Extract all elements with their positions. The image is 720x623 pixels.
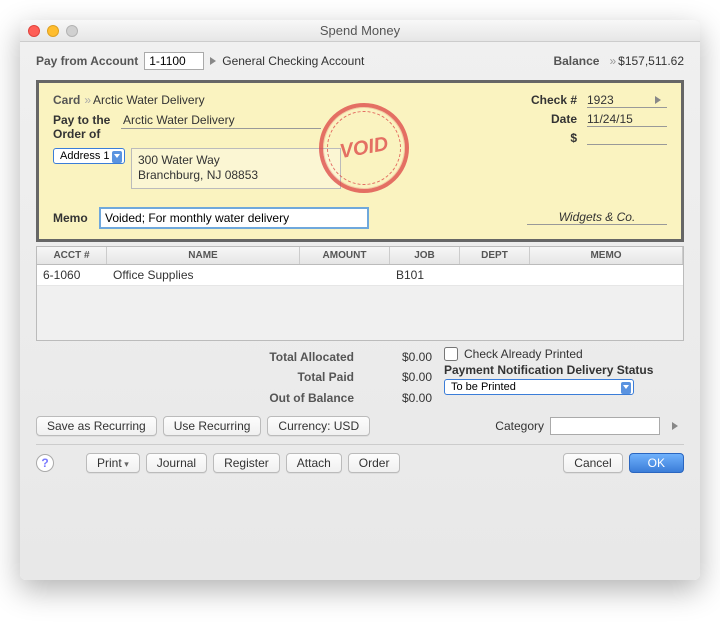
out-of-balance-value: $0.00: [354, 388, 432, 408]
cancel-button[interactable]: Cancel: [563, 453, 622, 473]
attach-button[interactable]: Attach: [286, 453, 342, 473]
journal-button[interactable]: Journal: [146, 453, 207, 473]
allocation-grid: ACCT # NAME AMOUNT JOB DEPT MEMO 6-1060 …: [36, 246, 684, 341]
out-of-balance-label: Out of Balance: [154, 388, 354, 408]
balance-value: $157,511.62: [618, 54, 684, 68]
pay-from-account-field[interactable]: [144, 52, 204, 70]
pay-to-value[interactable]: Arctic Water Delivery: [121, 113, 321, 129]
total-allocated-label: Total Allocated: [154, 347, 354, 367]
total-paid-value: $0.00: [354, 367, 432, 387]
col-memo[interactable]: MEMO: [530, 247, 683, 264]
spend-money-window: Spend Money Pay from Account General Che…: [20, 20, 700, 580]
company-name: Widgets & Co.: [527, 210, 667, 225]
memo-label: Memo: [53, 211, 93, 225]
date-value[interactable]: 11/24/15: [587, 112, 667, 127]
col-job[interactable]: JOB: [390, 247, 460, 264]
ok-button[interactable]: OK: [629, 453, 684, 473]
address-line-1: 300 Water Way: [138, 153, 334, 169]
total-allocated-value: $0.00: [354, 347, 432, 367]
save-recurring-button[interactable]: Save as Recurring: [36, 416, 157, 436]
date-label: Date: [517, 112, 577, 127]
chevron-right-icon: »: [84, 93, 89, 107]
col-dept[interactable]: DEPT: [460, 247, 530, 264]
check-panel: Card » Arctic Water Delivery Check # 1923…: [36, 80, 684, 242]
check-num-value[interactable]: 1923: [587, 93, 667, 108]
top-bar: Pay from Account General Checking Accoun…: [36, 52, 684, 70]
check-num-label: Check #: [517, 93, 577, 108]
grid-empty[interactable]: [37, 286, 683, 340]
delivery-status-select[interactable]: To be Printed: [444, 379, 634, 395]
pay-from-label: Pay from Account: [36, 54, 138, 68]
category-lookup-icon[interactable]: [672, 422, 678, 430]
table-row[interactable]: 6-1060 Office Supplies B101: [37, 265, 683, 286]
window-title: Spend Money: [20, 23, 700, 38]
register-button[interactable]: Register: [213, 453, 280, 473]
card-value: Arctic Water Delivery: [93, 93, 545, 107]
address-line-2: Branchburg, NJ 08853: [138, 168, 334, 184]
pay-to-label: Pay to theOrder of: [53, 113, 117, 142]
order-button[interactable]: Order: [348, 453, 401, 473]
col-name[interactable]: NAME: [107, 247, 300, 264]
card-label: Card: [53, 93, 80, 107]
titlebar: Spend Money: [20, 20, 700, 42]
address-selector[interactable]: Address 1: [53, 148, 125, 164]
balance-label: Balance: [553, 54, 599, 68]
category-label: Category: [495, 419, 544, 433]
amount-value[interactable]: [587, 131, 667, 145]
category-field[interactable]: [550, 417, 660, 435]
col-acct[interactable]: ACCT #: [37, 247, 107, 264]
account-lookup-icon[interactable]: [210, 57, 216, 65]
total-paid-label: Total Paid: [154, 367, 354, 387]
use-recurring-button[interactable]: Use Recurring: [163, 416, 262, 436]
account-name: General Checking Account: [222, 54, 364, 68]
already-printed-checkbox[interactable]: Check Already Printed: [444, 347, 684, 361]
delivery-status-label: Payment Notification Delivery Status: [444, 363, 684, 377]
print-button[interactable]: Print: [86, 453, 140, 473]
currency-button[interactable]: Currency: USD: [267, 416, 370, 436]
col-amount[interactable]: AMOUNT: [300, 247, 390, 264]
address-box[interactable]: 300 Water Way Branchburg, NJ 08853: [131, 148, 341, 189]
help-icon[interactable]: ?: [36, 454, 54, 472]
memo-field[interactable]: [99, 207, 369, 229]
chevron-right-icon: »: [609, 54, 614, 68]
amount-label: $: [517, 131, 577, 145]
